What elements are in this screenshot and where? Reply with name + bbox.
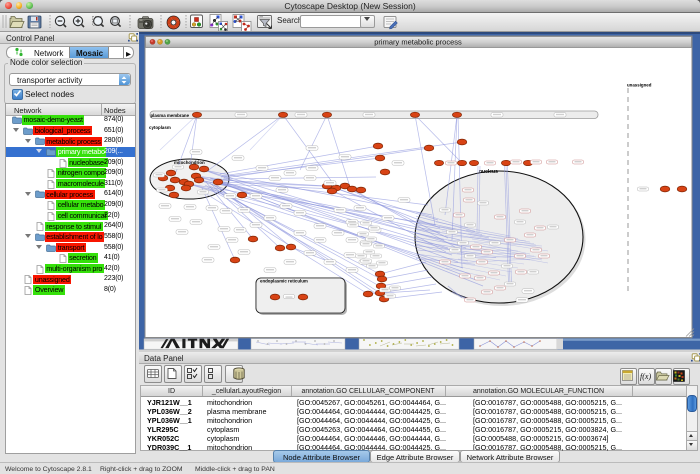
svg-text:primary metabolic process: primary metabolic process	[374, 38, 462, 47]
svg-text:f(x): f(x)	[640, 372, 651, 381]
svg-text:plasma membrane: plasma membrane	[151, 113, 190, 118]
svg-text:endoplasmic reticulum: endoplasmic reticulum	[260, 279, 308, 284]
svg-text:cytoplasm: cytoplasm	[149, 125, 171, 130]
svg-text:nucleus: nucleus	[479, 169, 498, 175]
svg-text:unassigned: unassigned	[627, 83, 652, 88]
